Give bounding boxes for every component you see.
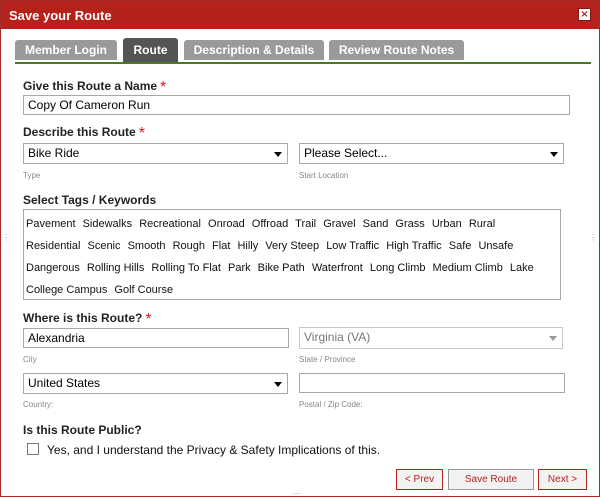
- tag-option[interactable]: Offroad: [252, 218, 289, 230]
- public-checkbox-label[interactable]: Yes, and I understand the Privacy & Safe…: [47, 443, 380, 457]
- chevron-down-icon: [274, 382, 282, 387]
- tag-option[interactable]: Trail: [295, 218, 316, 230]
- zip-hint: Postal / Zip Code:: [299, 400, 363, 409]
- tag-option[interactable]: Very Steep: [265, 240, 319, 252]
- chevron-down-icon: [550, 152, 558, 157]
- tag-option[interactable]: Residential: [26, 240, 80, 252]
- state-hint: State / Province: [299, 355, 356, 364]
- close-icon[interactable]: ×: [578, 8, 591, 21]
- tag-option[interactable]: Bike Path: [258, 262, 305, 274]
- tag-option[interactable]: Onroad: [208, 218, 245, 230]
- tag-option[interactable]: Park: [228, 262, 251, 274]
- city-hint: City: [23, 355, 37, 364]
- tag-option[interactable]: Sidewalks: [83, 218, 133, 230]
- route-type-value: Bike Ride: [28, 146, 80, 160]
- public-label: Is this Route Public?: [23, 423, 142, 437]
- dialog-title: Save your Route: [9, 7, 112, 23]
- tag-option[interactable]: Scenic: [87, 240, 120, 252]
- tag-option[interactable]: Gravel: [323, 218, 355, 230]
- tag-option[interactable]: Lake: [510, 262, 534, 274]
- tab-bar: Member Login Route Description & Details…: [15, 38, 591, 64]
- required-marker: *: [145, 311, 152, 328]
- tag-option[interactable]: Waterfront: [312, 262, 363, 274]
- tag-option[interactable]: Unsafe: [478, 240, 513, 252]
- where-route-label: Where is this Route? *: [23, 311, 152, 328]
- tag-option[interactable]: Medium Climb: [433, 262, 503, 274]
- next-button[interactable]: Next >: [538, 469, 587, 490]
- route-name-label: Give this Route a Name *: [23, 79, 167, 96]
- tag-option[interactable]: Low Traffic: [326, 240, 379, 252]
- tag-option[interactable]: High Traffic: [386, 240, 441, 252]
- state-select[interactable]: Virginia (VA): [299, 327, 563, 349]
- required-marker: *: [160, 79, 167, 96]
- prev-button[interactable]: < Prev: [396, 469, 443, 490]
- save-route-dialog: Save your Route × Member Login Route Des…: [0, 0, 600, 497]
- tag-option[interactable]: Flat: [212, 240, 230, 252]
- tag-option[interactable]: Grass: [395, 218, 424, 230]
- save-route-button[interactable]: Save Route: [448, 469, 534, 490]
- bottom-resize-grip[interactable]: ⋯: [293, 489, 301, 496]
- type-hint: Type: [23, 171, 41, 180]
- tab-member-login[interactable]: Member Login: [15, 40, 117, 60]
- required-marker: *: [138, 125, 145, 142]
- tags-label: Select Tags / Keywords: [23, 193, 157, 207]
- tag-option[interactable]: Recreational: [139, 218, 201, 230]
- right-resize-grip[interactable]: ⋮: [589, 233, 597, 242]
- tag-option[interactable]: Smooth: [128, 240, 166, 252]
- start-location-hint: Start Location: [299, 171, 349, 180]
- zip-input[interactable]: [299, 373, 565, 393]
- chevron-down-icon: [549, 336, 557, 341]
- tag-option[interactable]: Golf Course: [114, 284, 173, 296]
- tag-option[interactable]: Long Climb: [370, 262, 426, 274]
- left-resize-grip[interactable]: ⋮: [2, 233, 10, 242]
- chevron-down-icon: [274, 152, 282, 157]
- tag-option[interactable]: Rolling Hills: [87, 262, 144, 274]
- dialog-titlebar: Save your Route: [1, 1, 599, 29]
- tag-option[interactable]: College Campus: [26, 284, 107, 296]
- tab-description-details[interactable]: Description & Details: [184, 40, 324, 60]
- tag-option[interactable]: Rolling To Flat: [151, 262, 221, 274]
- route-name-input[interactable]: Copy Of Cameron Run: [23, 95, 570, 115]
- state-value: Virginia (VA): [304, 330, 371, 344]
- tag-option[interactable]: Safe: [449, 240, 472, 252]
- tag-option[interactable]: Hilly: [237, 240, 258, 252]
- country-select[interactable]: United States: [23, 373, 288, 394]
- city-input[interactable]: Alexandria: [23, 328, 289, 348]
- start-location-value: Please Select...: [304, 146, 388, 160]
- tag-option[interactable]: Dangerous: [26, 262, 80, 274]
- tag-option[interactable]: Pavement: [26, 218, 76, 230]
- country-value: United States: [28, 376, 101, 390]
- tags-listbox[interactable]: Pavement Sidewalks Recreational Onroad O…: [23, 209, 561, 300]
- route-type-select[interactable]: Bike Ride: [23, 143, 288, 164]
- tag-option[interactable]: Rough: [173, 240, 205, 252]
- tag-option[interactable]: Urban: [432, 218, 462, 230]
- public-checkbox[interactable]: [27, 443, 39, 455]
- tag-option[interactable]: Sand: [363, 218, 389, 230]
- tab-review-route-notes[interactable]: Review Route Notes: [329, 40, 464, 60]
- country-hint: Country:: [23, 400, 54, 409]
- start-location-select[interactable]: Please Select...: [299, 143, 564, 164]
- tag-option[interactable]: Rural: [469, 218, 495, 230]
- describe-route-label: Describe this Route *: [23, 125, 145, 142]
- tab-route[interactable]: Route: [123, 38, 178, 62]
